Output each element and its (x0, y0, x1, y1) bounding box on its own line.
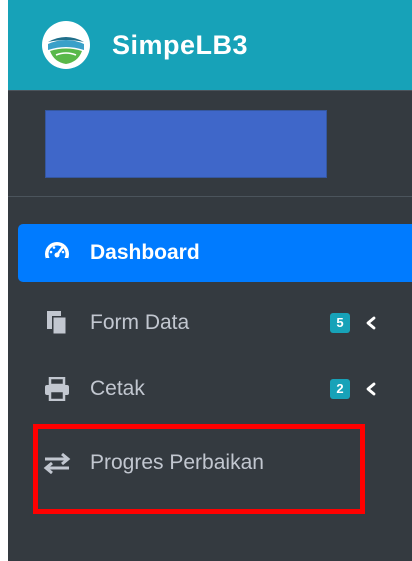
divider (8, 196, 412, 197)
count-badge: 5 (330, 313, 350, 333)
user-name-redacted-block[interactable] (45, 110, 327, 178)
chevron-left-icon (365, 360, 377, 418)
nav-item-label: Form Data (90, 311, 190, 334)
nav-item-dashboard[interactable]: Dashboard (18, 224, 412, 282)
simpelb3-logo-icon (41, 20, 91, 70)
nav-item-cetak[interactable]: Cetak 2 (18, 360, 412, 418)
count-badge: 2 (330, 379, 350, 399)
copy-documents-icon (41, 294, 73, 352)
nav-item-form-data[interactable]: Form Data 5 (18, 294, 412, 352)
tachometer-icon (41, 224, 73, 282)
nav-item-progres-perbaikan[interactable]: Progres Perbaikan (18, 434, 412, 492)
nav-item-label: Dashboard (90, 241, 200, 264)
chevron-left-icon (365, 294, 377, 352)
nav-item-label: Cetak (90, 377, 145, 400)
exchange-arrows-icon (41, 434, 73, 492)
nav-item-label: Progres Perbaikan (90, 451, 264, 474)
brand-link[interactable]: SimpeLB3 (8, 0, 412, 91)
brand-title: SimpeLB3 (112, 30, 249, 60)
print-icon (41, 360, 73, 418)
sidebar: SimpeLB3 Dashboard Form Data 5 Cetak 2 P… (8, 0, 412, 561)
